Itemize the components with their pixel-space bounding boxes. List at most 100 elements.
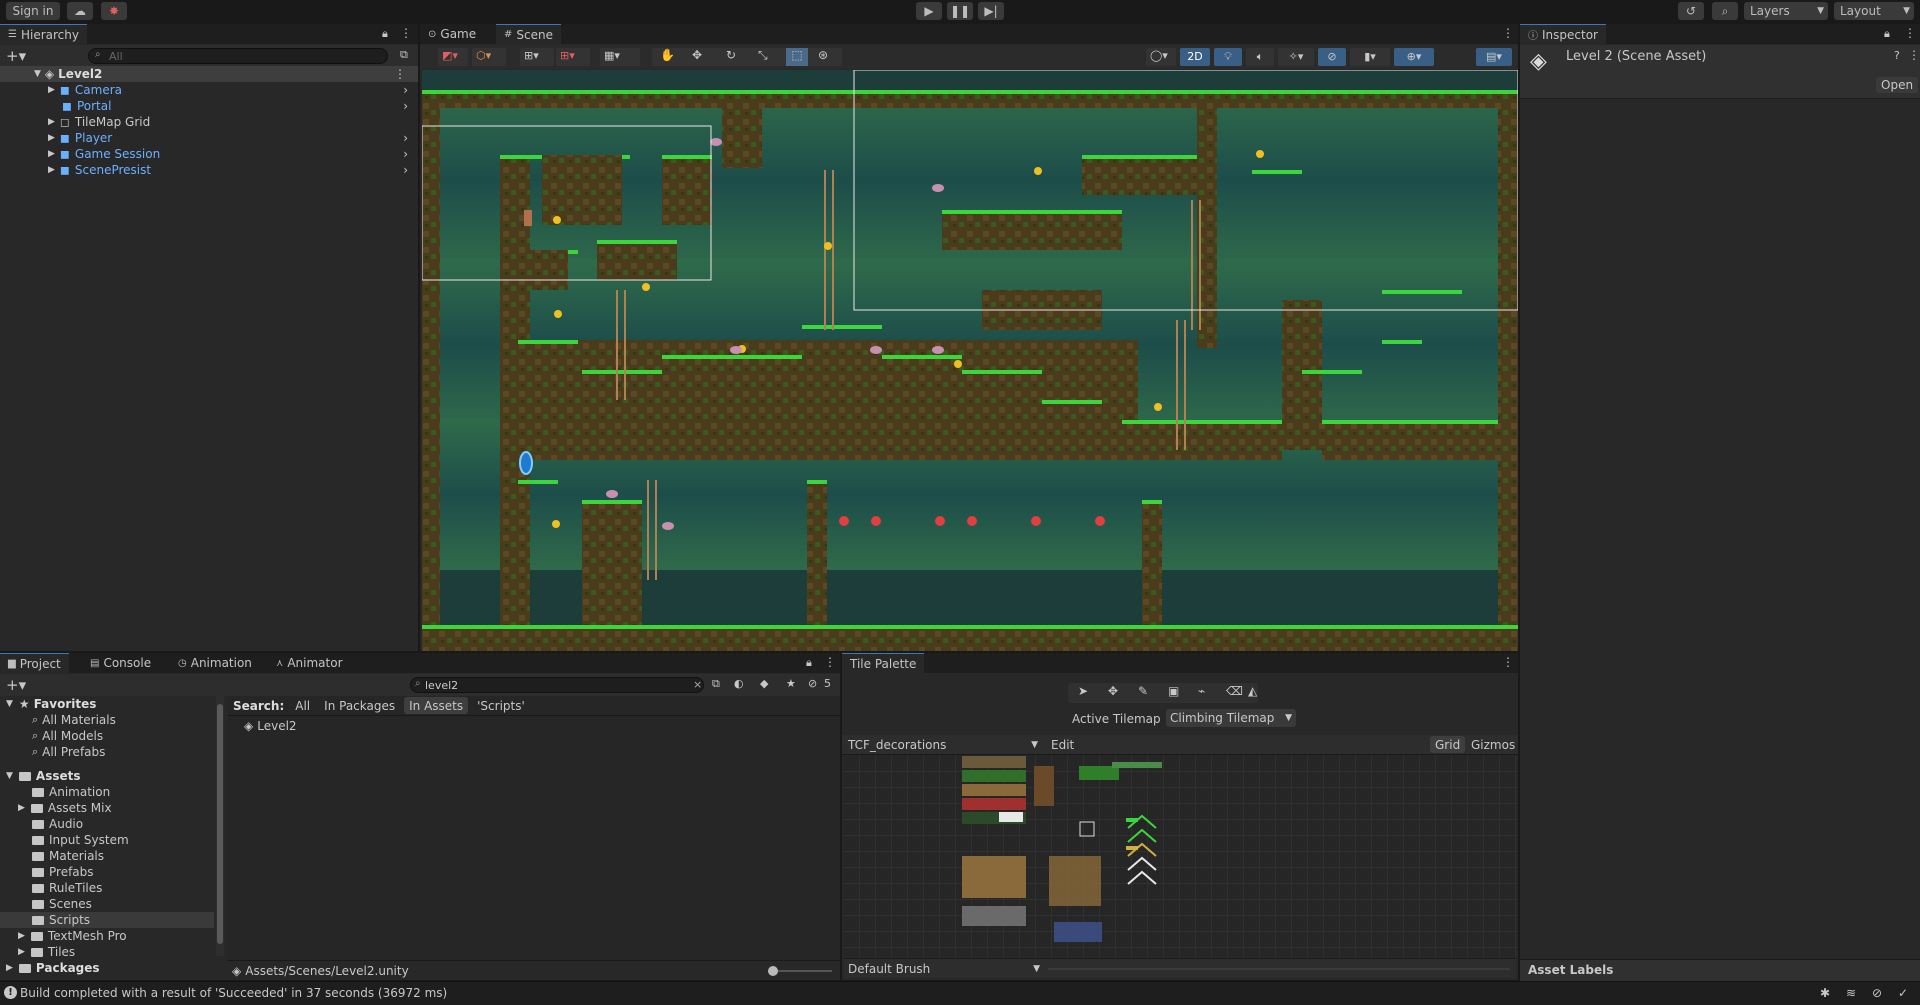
- asset-folder[interactable]: RuleTiles: [0, 880, 220, 896]
- active-tilemap-dropdown[interactable]: Climbing Tilemap ▼: [1166, 709, 1296, 727]
- asset-folder[interactable]: ▶ TextMesh Pro: [0, 928, 220, 944]
- more-menu-icon[interactable]: ⋮: [824, 655, 836, 669]
- fill-bucket-icon[interactable]: ◭: [1248, 684, 1257, 698]
- hierarchy-scene-row[interactable]: ▼ ◈ Level2 ⋮: [0, 66, 418, 82]
- debug-icon[interactable]: ✱: [1820, 986, 1830, 1000]
- chevron-right-icon[interactable]: ›: [403, 131, 408, 145]
- scene-filter-icon[interactable]: ⧉: [400, 48, 408, 62]
- asset-folder[interactable]: ▶ Assets Mix: [0, 800, 220, 816]
- fav-item[interactable]: ⌕ All Materials: [0, 712, 220, 728]
- favorites-header[interactable]: ▼ ★ Favorites: [0, 696, 220, 712]
- more-menu-icon[interactable]: ⋮: [1502, 26, 1514, 40]
- scrollbar-thumb[interactable]: [217, 704, 223, 944]
- layers-dropdown[interactable]: Layers ▼: [1744, 2, 1828, 20]
- palette-gizmos-toggle[interactable]: Gizmos: [1466, 736, 1520, 753]
- more-menu-icon[interactable]: ⋮: [1904, 26, 1916, 40]
- hierarchy-item-tilemap-grid[interactable]: ▶ ◻ TileMap Grid: [0, 114, 418, 130]
- chevron-right-icon[interactable]: ›: [403, 99, 408, 113]
- render-mode-button[interactable]: ⬡▾: [472, 48, 506, 66]
- asset-folder[interactable]: Materials: [0, 848, 220, 864]
- cache-icon[interactable]: ≋: [1846, 986, 1856, 1000]
- gizmos-button[interactable]: ⊕▾: [1394, 48, 1434, 66]
- help-icon[interactable]: ?: [1894, 49, 1900, 62]
- fav-item[interactable]: ⌕ All Models: [0, 728, 220, 744]
- rotate-tool-icon[interactable]: ↻: [726, 48, 736, 62]
- palette-grid-canvas[interactable]: [844, 756, 1516, 956]
- zoom-slider[interactable]: [768, 966, 832, 976]
- camera-settings-button[interactable]: ▮▾: [1350, 48, 1390, 66]
- effects-button[interactable]: ✧▾: [1278, 48, 1314, 66]
- transform-tool-icon[interactable]: ⊛: [818, 48, 828, 62]
- scale-tool-icon[interactable]: ⤡: [758, 48, 768, 63]
- history-button[interactable]: ↺: [1678, 2, 1704, 20]
- scene-menu-icon[interactable]: ⋮: [394, 67, 406, 81]
- tab-console[interactable]: ▤ Console: [82, 653, 159, 673]
- asset-folder[interactable]: Prefabs: [0, 864, 220, 880]
- open-button[interactable]: Open: [1876, 77, 1919, 93]
- more-menu-icon[interactable]: ⋮: [1502, 655, 1514, 669]
- collab-button[interactable]: ✸: [101, 2, 127, 20]
- hierarchy-search-input[interactable]: ⌕ All: [88, 48, 388, 64]
- tab-animator[interactable]: ⋏ Animator: [268, 653, 351, 673]
- zoom-slider-thumb[interactable]: [768, 966, 778, 976]
- packages-header[interactable]: ▶ Packages: [0, 960, 220, 976]
- 2d-toggle-button[interactable]: 2D: [1180, 48, 1210, 66]
- tab-inspector[interactable]: ⓘ Inspector: [1520, 24, 1606, 44]
- star-icon[interactable]: ★: [786, 677, 796, 690]
- draw-mode-button[interactable]: ◩▾: [438, 48, 468, 66]
- lock-icon[interactable]: 🔒︎: [806, 656, 812, 670]
- lighting-toggle-button[interactable]: 💡︎: [1214, 48, 1242, 66]
- hierarchy-item-player[interactable]: ▶ ◼ Player ›: [0, 130, 418, 146]
- step-button[interactable]: ▶|: [978, 2, 1004, 20]
- tab-scene[interactable]: # Scene: [496, 24, 561, 44]
- more-menu-icon[interactable]: ⋮: [400, 26, 412, 40]
- grid-snap-button[interactable]: ⊞▾: [520, 48, 554, 66]
- hidden-objects-button[interactable]: ⊘: [1318, 48, 1346, 66]
- tab-tile-palette[interactable]: Tile Palette: [842, 653, 925, 673]
- paint-brush-icon[interactable]: ✎: [1138, 684, 1148, 698]
- progress-check-icon[interactable]: ✓: [1898, 986, 1908, 1000]
- hand-tool-icon[interactable]: ✋: [660, 48, 675, 62]
- hierarchy-item-portal[interactable]: ◼ Portal ›: [0, 98, 418, 114]
- asset-folder[interactable]: Audio: [0, 816, 220, 832]
- add-icon[interactable]: +▾: [6, 47, 26, 65]
- chevron-right-icon[interactable]: ›: [403, 163, 408, 177]
- render-pipeline-button[interactable]: ◯▾: [1146, 48, 1176, 66]
- hierarchy-item-game-session[interactable]: ▶ ◼ Game Session ›: [0, 146, 418, 162]
- palette-dropdown[interactable]: TCF_decorations ▼: [844, 736, 1042, 754]
- hierarchy-item-scenepresist[interactable]: ▶ ◼ ScenePresist ›: [0, 162, 418, 178]
- project-search-input[interactable]: ⌕ level2 ×: [410, 677, 704, 693]
- filter-scripts[interactable]: 'Scripts': [472, 697, 530, 714]
- filter-icon[interactable]: ◐: [734, 677, 744, 690]
- asset-folder[interactable]: Animation: [0, 784, 220, 800]
- more-menu-icon[interactable]: ⋮: [1908, 48, 1920, 62]
- filter-in-assets[interactable]: In Assets: [404, 697, 469, 714]
- asset-folder[interactable]: ▶ Tiles: [0, 944, 220, 960]
- clear-search-icon[interactable]: ×: [693, 678, 702, 691]
- tree-scrollbar[interactable]: [216, 696, 224, 956]
- picker-icon[interactable]: ⌁: [1198, 684, 1205, 698]
- select-tool-icon[interactable]: ➤: [1078, 684, 1088, 698]
- tab-game[interactable]: ⊙ Game: [420, 24, 484, 44]
- asset-folder[interactable]: Scenes: [0, 896, 220, 912]
- rect-tool-icon[interactable]: ⬚: [786, 48, 808, 66]
- palette-edit-button[interactable]: Edit: [1046, 736, 1079, 753]
- overlays-button[interactable]: ▤▾: [1476, 48, 1512, 66]
- palette-grid-toggle[interactable]: Grid: [1430, 736, 1466, 753]
- assets-header[interactable]: ▼ Assets: [0, 768, 220, 784]
- search-button[interactable]: ⌕: [1712, 2, 1738, 20]
- status-message[interactable]: Build completed with a result of 'Succee…: [20, 986, 447, 1000]
- play-button[interactable]: ▶: [916, 2, 942, 20]
- hierarchy-item-camera[interactable]: ▶ ◼ Camera ›: [0, 82, 418, 98]
- hidden-packages-icon[interactable]: ⊘: [808, 677, 817, 690]
- box-fill-icon[interactable]: ▣: [1168, 684, 1179, 698]
- increment-snap-button[interactable]: ⊞▾: [556, 48, 590, 66]
- filter-in-packages[interactable]: In Packages: [319, 697, 400, 714]
- filter-all[interactable]: All: [290, 697, 315, 714]
- asset-folder[interactable]: Input System: [0, 832, 220, 848]
- search-by-type-icon[interactable]: ⧉: [712, 677, 720, 691]
- lock-icon[interactable]: 🔒︎: [382, 27, 388, 41]
- move-tool-icon[interactable]: ✥: [1108, 684, 1118, 698]
- scene-viewport[interactable]: [422, 70, 1518, 651]
- fav-item[interactable]: ⌕ All Prefabs: [0, 744, 220, 760]
